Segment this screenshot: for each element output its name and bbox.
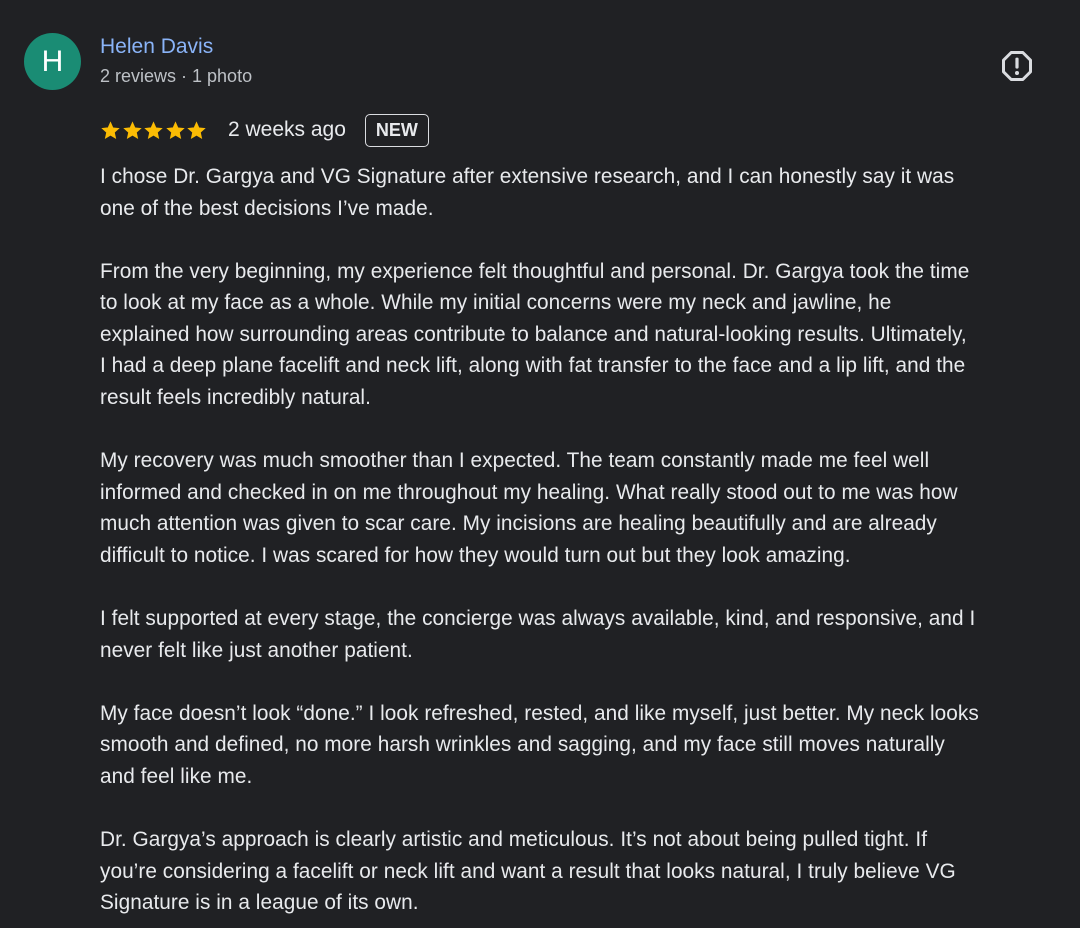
alert-circle-icon [1002,51,1032,81]
review-paragraph: I chose Dr. Gargya and VG Signature afte… [100,165,955,220]
author-name-link[interactable]: Helen Davis [100,35,213,59]
review-card: H Helen Davis 2 reviews · 1 photo 2 week… [0,0,1080,928]
review-paragraph: Dr. Gargya’s approach is clearly artisti… [100,828,956,915]
star-rating [100,112,208,148]
star-icon [186,120,207,141]
star-icon [143,120,164,141]
star-icon [100,120,121,141]
new-badge: NEW [364,113,429,147]
review-paragraph: I felt supported at every stage, the con… [100,607,976,662]
review-paragraph: My recovery was much smoother than I exp… [100,449,958,567]
review-text: I chose Dr. Gargya and VG Signature afte… [100,161,1070,928]
review-paragraph: My face doesn’t look “done.” I look refr… [100,701,979,788]
review-date: 2 weeks ago [227,118,346,141]
rating-row: 2 weeks ago NEW [100,112,429,148]
star-icon [165,120,186,141]
star-icon [122,120,143,141]
review-paragraph: From the very beginning, my experience f… [100,259,970,410]
report-button[interactable] [1000,49,1034,83]
author-meta: 2 reviews · 1 photo [100,66,253,86]
avatar[interactable]: H [24,33,81,90]
